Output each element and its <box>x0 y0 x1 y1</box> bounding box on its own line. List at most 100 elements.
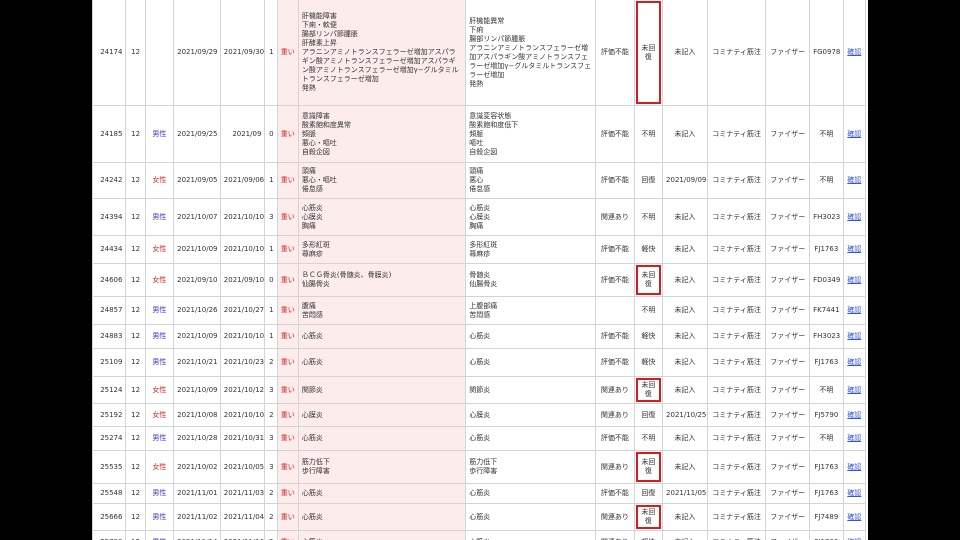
pt-term-line: 意識変容状態 <box>469 111 512 120</box>
reported-symptoms: 頭痛 悪心・嘔吐 倦怠感 <box>297 162 467 199</box>
outcome: 未回復 <box>633 503 664 531</box>
detail-link[interactable]: 確認 <box>847 411 861 419</box>
onset-date: 2021/10/31 <box>219 426 266 451</box>
vaccine-name: コミナティ筋注 <box>706 348 767 377</box>
case-id: 25124 <box>92 376 127 404</box>
vaccination-date: 2021/09/25 <box>173 105 221 163</box>
outcome: 軽快 <box>633 235 664 264</box>
symptom-line: 胸痛 <box>301 221 316 230</box>
manufacturer: ファイザー <box>765 0 811 106</box>
detail-link-cell: 確認 <box>842 530 867 540</box>
manufacturer: ファイザー <box>765 296 811 325</box>
detail-link[interactable]: 確認 <box>847 306 861 314</box>
pt-terms: 関節炎 <box>465 376 597 404</box>
vaccine-name: コミナティ筋注 <box>706 235 767 264</box>
detail-link[interactable]: 確認 <box>847 176 861 184</box>
detail-link-cell: 確認 <box>842 296 867 325</box>
vaccination-date: 2021/11/14 <box>173 530 221 540</box>
pt-terms: 心筋炎 <box>465 503 597 531</box>
lot-number: FK7441 <box>809 296 844 325</box>
detail-link[interactable]: 確認 <box>847 332 861 340</box>
pt-terms: 心筋炎 <box>465 483 597 504</box>
sex: 女性 <box>144 263 175 297</box>
table-row: 24185 12 男性 2021/09/25 2021/09 0 重い 意識障害 酸素飽和度異常… <box>92 105 867 163</box>
detail-link-cell: 確認 <box>842 348 867 377</box>
outcome-text: 未回復 <box>641 508 656 525</box>
detail-link[interactable]: 確認 <box>847 245 861 253</box>
severity: 重い <box>276 450 299 484</box>
detail-link[interactable]: 確認 <box>847 463 861 471</box>
table-row: 24883 12 男性 2021/10/09 2021/10/10 1 重い 心筋炎 心筋炎 評価… <box>92 324 867 349</box>
detail-link[interactable]: 確認 <box>847 130 861 138</box>
table-row: 25274 12 男性 2021/10/28 2021/10/31 3 重い 心筋炎 心筋炎 評価… <box>92 426 867 451</box>
causality: 関連あり <box>595 503 635 531</box>
vaccine-name: コミナティ筋注 <box>706 403 767 427</box>
causality: 評価不能 <box>595 426 635 451</box>
severity: 重い <box>276 324 299 349</box>
detail-link[interactable]: 確認 <box>847 489 861 497</box>
days-to-onset: 3 <box>264 450 278 484</box>
outcome-date: 未記入 <box>662 426 708 451</box>
vaccination-date: 2021/11/01 <box>173 483 221 504</box>
pt-terms: 多形紅斑 蕁麻疹 <box>465 235 597 264</box>
detail-link[interactable]: 確認 <box>847 358 861 366</box>
symptom-line: 腸部リンパ節腫脹 <box>301 30 358 38</box>
outcome: 不明 <box>633 105 664 163</box>
outcome: 不明 <box>633 198 664 236</box>
severity: 重い <box>276 503 299 531</box>
reported-symptoms: ＢＣＧ骨炎(骨髄炎、骨膜炎) 仙腸骨炎 <box>297 263 467 297</box>
pt-term-line: 酸素飽和度低下 <box>469 120 519 129</box>
case-id: 25788 <box>92 530 127 540</box>
vaccine-name: コミナティ筋注 <box>706 105 767 163</box>
lot-number: FJ1763 <box>809 235 844 264</box>
reported-symptoms: 筋力低下 歩行障害 <box>297 450 467 484</box>
sex: 女性 <box>144 376 175 404</box>
detail-link-cell: 確認 <box>842 162 867 199</box>
age: 12 <box>125 426 146 451</box>
detail-link[interactable]: 確認 <box>847 386 861 394</box>
vaccination-date: 2021/09/10 <box>173 263 221 297</box>
vaccination-date: 2021/10/26 <box>173 296 221 325</box>
days-to-onset: 3 <box>264 376 278 404</box>
detail-link[interactable]: 確認 <box>847 276 861 284</box>
table-row: 24394 12 男性 2021/10/07 2021/10/10 3 重い 心筋炎 心膜炎 胸痛… <box>92 198 867 236</box>
pt-term-line: 心筋炎 <box>469 358 491 366</box>
pt-term-line: 腸部リンパ節腫脹 <box>469 34 526 43</box>
reported-symptoms: 心筋炎 心膜炎 胸痛 <box>297 198 467 236</box>
age: 12 <box>125 530 146 540</box>
days-to-onset: 1 <box>264 0 278 106</box>
pt-terms: 心筋炎 <box>465 348 597 377</box>
manufacturer: ファイザー <box>765 530 811 540</box>
lot-number: 不明 <box>809 162 844 199</box>
symptom-line: 蕁麻疹 <box>301 249 323 258</box>
symptom-line: ＢＣＧ骨炎(骨髄炎、骨膜炎) <box>301 271 392 279</box>
manufacturer: ファイザー <box>765 483 811 504</box>
vaccine-name: コミナティ筋注 <box>706 426 767 451</box>
outcome: 軽快 <box>633 324 664 349</box>
severity: 重い <box>276 235 299 264</box>
pt-terms: 心膜炎 <box>465 403 597 427</box>
symptom-line: 多形紅斑 <box>301 240 330 249</box>
onset-date: 2021/10/10 <box>219 235 266 264</box>
manufacturer: ファイザー <box>765 162 811 199</box>
pt-term-line: 骨髄炎 <box>469 271 491 279</box>
detail-link[interactable]: 確認 <box>847 213 861 221</box>
manufacturer: ファイザー <box>765 235 811 264</box>
onset-date: 2021/10/12 <box>219 376 266 404</box>
case-id: 25274 <box>92 426 127 451</box>
severity: 重い <box>276 263 299 297</box>
symptom-line: 頻脈 <box>301 129 316 138</box>
outcome: 軽快 <box>633 530 664 540</box>
lot-number: FJ1763 <box>809 483 844 504</box>
detail-link[interactable]: 確認 <box>847 434 861 442</box>
sex: 男性 <box>144 426 175 451</box>
table-row: 24242 12 女性 2021/09/05 2021/09/06 1 重い 頭痛 悪心・嘔吐倦… <box>92 162 867 199</box>
pt-terms: 頭痛 悪心 倦怠感 <box>465 162 597 199</box>
detail-link[interactable]: 確認 <box>847 48 861 56</box>
pt-term-line: 悪心 <box>469 176 484 184</box>
symptom-line: 心筋炎 <box>301 489 323 497</box>
detail-link[interactable]: 確認 <box>847 513 861 521</box>
outcome-text: 未回復 <box>641 381 656 398</box>
sex: 男性 <box>144 503 175 531</box>
pt-term-line: 嘔吐 <box>469 138 484 147</box>
